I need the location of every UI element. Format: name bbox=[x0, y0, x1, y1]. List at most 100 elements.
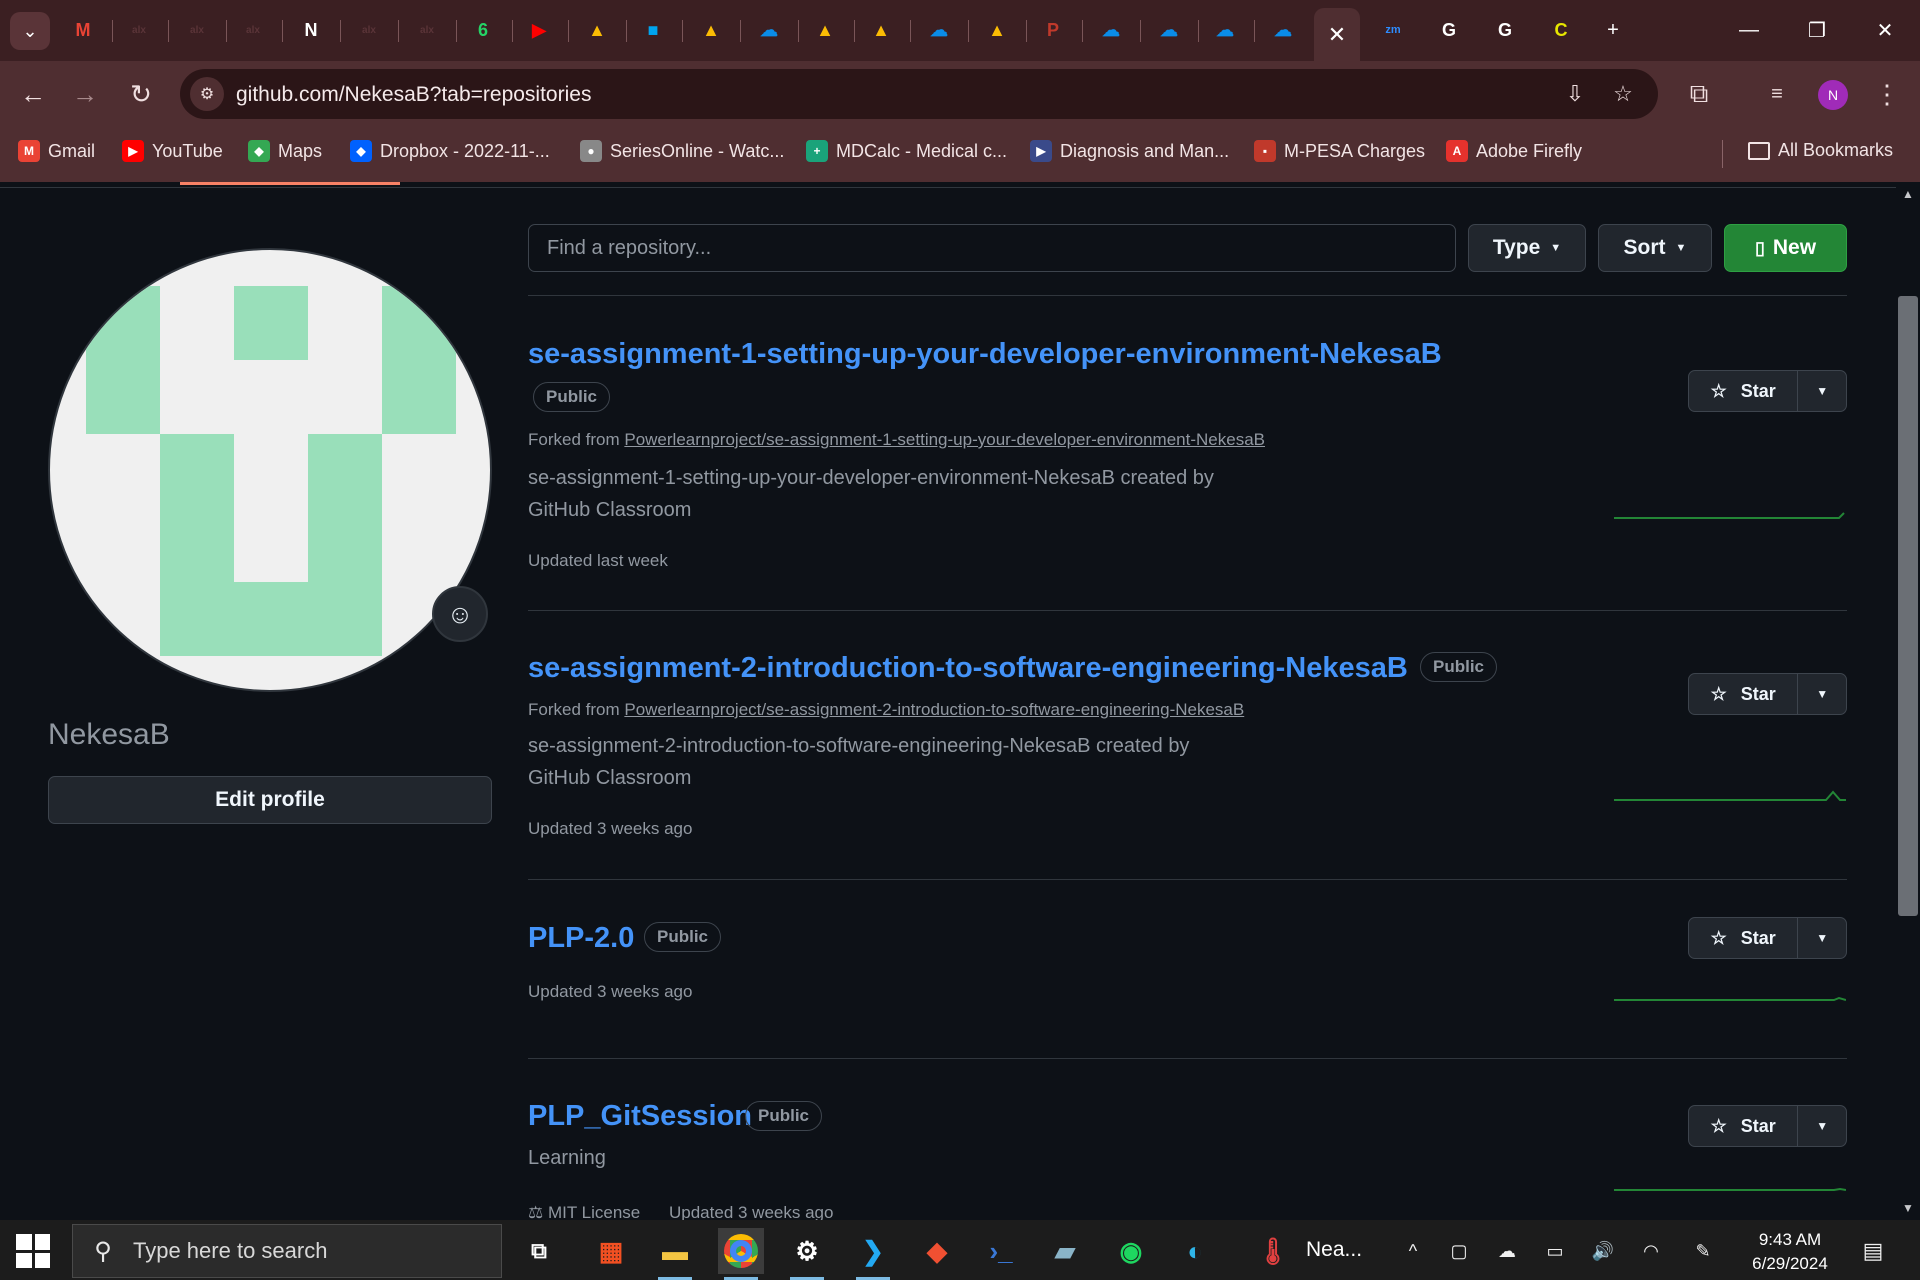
bookmark-item[interactable]: ● SeriesOnline - Watc... bbox=[580, 140, 784, 162]
spotify-icon[interactable]: ◉ bbox=[1108, 1228, 1154, 1274]
google-1-tab-icon[interactable]: G bbox=[1436, 17, 1462, 43]
restore-icon[interactable]: ❐ bbox=[1794, 12, 1840, 48]
find-repository-input[interactable] bbox=[528, 224, 1456, 272]
url-text[interactable]: github.com/NekesaB?tab=repositories bbox=[236, 83, 591, 107]
bookmark-star-icon[interactable]: ☆ bbox=[1608, 79, 1638, 109]
powershell-icon[interactable]: ›_ bbox=[978, 1228, 1024, 1274]
star-list-dropdown[interactable]: ▼ bbox=[1798, 918, 1846, 958]
tab-search-chevron-icon[interactable]: ⌄ bbox=[10, 12, 50, 50]
whatsapp-tab-icon[interactable]: 6 bbox=[470, 17, 496, 43]
drive-1-tab-icon[interactable]: ▲ bbox=[584, 17, 610, 43]
site-info-icon[interactable]: ⚙ bbox=[190, 77, 224, 111]
meet-now-icon[interactable]: ▢ bbox=[1446, 1238, 1472, 1264]
pen-icon[interactable]: ✎ bbox=[1690, 1238, 1716, 1264]
taskbar-search-box[interactable]: ⚲ Type here to search bbox=[72, 1224, 502, 1278]
forward-arrow-icon[interactable]: → bbox=[66, 75, 104, 113]
gmail-tab-icon[interactable]: M bbox=[70, 17, 96, 43]
git-icon[interactable]: ◆ bbox=[914, 1228, 960, 1274]
show-hidden-icons-chevron-icon[interactable]: ^ bbox=[1400, 1238, 1426, 1264]
drive-2-tab-icon[interactable]: ▲ bbox=[698, 17, 724, 43]
edit-profile-button[interactable]: Edit profile bbox=[48, 776, 492, 824]
vscode-icon[interactable]: ❯ bbox=[850, 1228, 896, 1280]
forked-from-link[interactable]: Powerlearnproject/se-assignment-2-introd… bbox=[624, 700, 1244, 719]
alx-4-tab-icon[interactable]: alx bbox=[356, 17, 382, 43]
zoom-tab-icon[interactable]: zm bbox=[1380, 17, 1406, 43]
media-control-icon[interactable]: ≡ bbox=[1758, 75, 1796, 113]
extension-yellow-tab-icon[interactable]: C bbox=[1548, 17, 1574, 43]
install-app-icon[interactable]: ⇩ bbox=[1560, 79, 1590, 109]
back-arrow-icon[interactable]: ← bbox=[14, 75, 52, 113]
battery-icon[interactable]: ▭ bbox=[1542, 1238, 1568, 1264]
bookmark-item[interactable]: ◆ Dropbox - 2022-11-... bbox=[350, 140, 550, 162]
microsoft-store-icon[interactable]: ▦ bbox=[588, 1228, 634, 1274]
new-repository-button[interactable]: ▯ New bbox=[1724, 224, 1847, 272]
notion-tab-icon[interactable]: N bbox=[298, 17, 324, 43]
extensions-puzzle-icon[interactable]: ⧉ bbox=[1680, 75, 1718, 113]
onedrive-4-tab-icon[interactable]: ☁ bbox=[1156, 17, 1182, 43]
alx-1-tab-icon[interactable]: alx bbox=[126, 17, 152, 43]
microsoft-tab-icon[interactable]: ■ bbox=[640, 17, 666, 43]
file-explorer-icon[interactable]: ▬ bbox=[652, 1228, 698, 1280]
new-tab-plus-icon[interactable]: + bbox=[1590, 12, 1636, 48]
chrome-menu-icon[interactable]: ⋮ bbox=[1868, 75, 1906, 113]
bookmark-item[interactable]: M Gmail bbox=[18, 140, 95, 162]
wifi-icon[interactable]: ◠ bbox=[1638, 1238, 1664, 1264]
volume-icon[interactable]: 🔊 bbox=[1590, 1238, 1616, 1264]
bookmark-item[interactable]: ◆ Maps bbox=[248, 140, 322, 162]
notes-app-icon[interactable]: ▰ bbox=[1042, 1228, 1088, 1274]
drive-3-tab-icon[interactable]: ▲ bbox=[812, 17, 838, 43]
star-list-dropdown[interactable]: ▼ bbox=[1798, 1106, 1846, 1146]
close-icon[interactable]: ✕ bbox=[1328, 22, 1346, 48]
minimize-icon[interactable]: — bbox=[1726, 12, 1772, 48]
star-button[interactable]: ☆ Star bbox=[1689, 674, 1799, 714]
drive-5-tab-icon[interactable]: ▲ bbox=[984, 17, 1010, 43]
bookmark-item[interactable]: ▪ M-PESA Charges bbox=[1254, 140, 1425, 162]
all-bookmarks-button[interactable]: All Bookmarks bbox=[1748, 140, 1893, 161]
chrome-icon[interactable] bbox=[718, 1228, 764, 1280]
star-list-dropdown[interactable]: ▼ bbox=[1798, 674, 1846, 714]
active-tab-close-button[interactable]: ✕ bbox=[1314, 8, 1360, 61]
alx-3-tab-icon[interactable]: alx bbox=[240, 17, 266, 43]
star-button[interactable]: ☆ Star bbox=[1689, 918, 1799, 958]
address-bar[interactable]: ⚙ github.com/NekesaB?tab=repositories ⇩ … bbox=[180, 69, 1658, 119]
bookmark-item[interactable]: ▶ YouTube bbox=[122, 140, 223, 162]
forked-from-link[interactable]: Powerlearnproject/se-assignment-1-settin… bbox=[624, 430, 1265, 449]
sort-filter-button[interactable]: Sort ▼ bbox=[1598, 224, 1712, 272]
weather-label[interactable]: Nea... bbox=[1306, 1238, 1362, 1262]
google-2-tab-icon[interactable]: G bbox=[1492, 17, 1518, 43]
weather-thermometer-icon[interactable]: 🌡 bbox=[1250, 1228, 1296, 1274]
taskbar-clock[interactable]: 9:43 AM 6/29/2024 bbox=[1740, 1228, 1840, 1276]
repo-name-link[interactable]: se-assignment-2-introduction-to-software… bbox=[528, 652, 1408, 685]
repo-name-link[interactable]: PLP_GitSession bbox=[528, 1100, 752, 1133]
windows-start-icon[interactable] bbox=[16, 1234, 50, 1268]
alx-5-tab-icon[interactable]: alx bbox=[414, 17, 440, 43]
reload-icon[interactable]: ↻ bbox=[122, 75, 160, 113]
scroll-down-icon[interactable]: ▼ bbox=[1900, 1200, 1916, 1216]
notifications-icon[interactable]: ▤ bbox=[1860, 1238, 1886, 1264]
bookmark-item[interactable]: + MDCalc - Medical c... bbox=[806, 140, 1007, 162]
onedrive-5-tab-icon[interactable]: ☁ bbox=[1212, 17, 1238, 43]
onedrive-1-tab-icon[interactable]: ☁ bbox=[756, 17, 782, 43]
star-button[interactable]: ☆ Star bbox=[1689, 1106, 1799, 1146]
pesa-tab-icon[interactable]: P bbox=[1040, 17, 1066, 43]
profile-avatar[interactable]: N bbox=[1818, 80, 1848, 110]
star-list-dropdown[interactable]: ▼ bbox=[1798, 371, 1846, 411]
onedrive-tray-icon[interactable]: ☁ bbox=[1494, 1238, 1520, 1264]
drive-4-tab-icon[interactable]: ▲ bbox=[868, 17, 894, 43]
scroll-up-icon[interactable]: ▲ bbox=[1900, 186, 1916, 202]
onedrive-2-tab-icon[interactable]: ☁ bbox=[926, 17, 952, 43]
onedrive-3-tab-icon[interactable]: ☁ bbox=[1098, 17, 1124, 43]
edge-icon[interactable]: ◐ bbox=[1172, 1228, 1218, 1274]
bookmark-item[interactable]: A Adobe Firefly bbox=[1446, 140, 1582, 162]
window-close-icon[interactable]: ✕ bbox=[1862, 12, 1908, 48]
scrollbar-thumb[interactable] bbox=[1898, 296, 1918, 916]
profile-avatar-large[interactable] bbox=[48, 248, 492, 692]
alx-2-tab-icon[interactable]: alx bbox=[184, 17, 210, 43]
repo-name-link[interactable]: se-assignment-1-setting-up-your-develope… bbox=[528, 338, 1442, 371]
youtube-tab-icon[interactable]: ▶ bbox=[526, 17, 552, 43]
star-button[interactable]: ☆ Star bbox=[1689, 371, 1799, 411]
type-filter-button[interactable]: Type ▼ bbox=[1468, 224, 1586, 272]
bookmark-item[interactable]: ▶ Diagnosis and Man... bbox=[1030, 140, 1229, 162]
set-status-smiley-icon[interactable]: ☺ bbox=[432, 586, 488, 642]
onedrive-6-tab-icon[interactable]: ☁ bbox=[1270, 17, 1296, 43]
